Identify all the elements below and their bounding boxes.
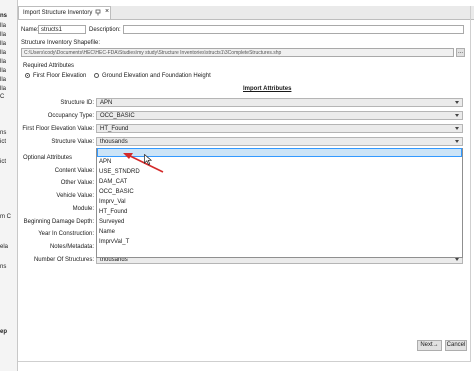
structure-value-select[interactable]: thousands bbox=[96, 137, 463, 146]
optional-attributes-label: Optional Attributes bbox=[23, 155, 73, 161]
chevron-down-icon bbox=[455, 127, 459, 130]
left-fragment[interactable]: C bbox=[0, 94, 4, 100]
left-fragment[interactable]: lla bbox=[0, 23, 6, 29]
tab-title: Import Structure Inventory bbox=[23, 10, 93, 16]
chevron-down-icon bbox=[455, 114, 459, 117]
mouse-cursor-icon bbox=[144, 154, 152, 165]
left-fragment[interactable]: lla bbox=[0, 50, 6, 56]
left-fragment[interactable]: ict bbox=[0, 159, 6, 165]
left-fragment[interactable]: m C bbox=[0, 214, 11, 220]
tab-import-structure-inventory[interactable]: Import Structure Inventory × bbox=[18, 6, 111, 19]
dropdown-option[interactable]: OCC_BASIC bbox=[99, 189, 134, 195]
pin-icon[interactable] bbox=[95, 9, 101, 16]
shapefile-label: Structure Inventory Shapefile: bbox=[21, 40, 101, 46]
shapefile-path-input[interactable]: C:\Users\cody\Documents\HEC\HEC-FDA\Stud… bbox=[21, 48, 454, 57]
chevron-down-icon bbox=[455, 258, 459, 261]
cancel-button[interactable]: Cancel bbox=[445, 340, 467, 351]
left-panel: ns lla lla lla lla lla lla lla lla C ns … bbox=[0, 0, 18, 371]
left-fragment[interactable]: lla bbox=[0, 86, 6, 92]
left-fragment: ns bbox=[0, 13, 8, 19]
other-value-label: Other Value: bbox=[60, 180, 94, 186]
select-value: HT_Found bbox=[100, 126, 129, 132]
left-fragment[interactable]: lla bbox=[0, 59, 6, 65]
vehicle-value-label: Vehicle Value: bbox=[56, 193, 94, 199]
first-floor-radio[interactable] bbox=[25, 73, 30, 78]
select-value: APN bbox=[100, 100, 113, 106]
occupancy-type-select[interactable]: OCC_BASIC bbox=[96, 111, 463, 120]
left-fragment[interactable]: lla bbox=[0, 77, 6, 83]
notes-metadata-label: Notes/Metadata: bbox=[49, 244, 94, 250]
structure-id-select[interactable]: APN bbox=[96, 98, 463, 107]
description-input[interactable] bbox=[123, 25, 464, 34]
dropdown-option[interactable]: Surveyed bbox=[99, 219, 124, 225]
left-fragment[interactable]: lla bbox=[0, 41, 6, 47]
left-fragment: ep bbox=[0, 329, 8, 335]
name-label: Name: bbox=[21, 27, 39, 33]
dropdown-option[interactable]: DAM_CAT bbox=[99, 179, 127, 185]
dropdown-option[interactable]: ImprvVal_T bbox=[99, 239, 129, 245]
occupancy-type-label: Occupancy Type: bbox=[47, 113, 94, 119]
left-fragment[interactable]: lla bbox=[0, 32, 6, 38]
dropdown-option[interactable]: HT_Found bbox=[99, 209, 127, 215]
ground-elevation-radio-label[interactable]: Ground Elevation and Foundation Height bbox=[102, 73, 211, 79]
select-value: thousands bbox=[100, 139, 128, 145]
left-fragment[interactable]: ns bbox=[0, 264, 6, 270]
content-value-label: Content Value: bbox=[54, 168, 94, 174]
annotation-arrow-icon bbox=[123, 153, 164, 173]
ground-elevation-radio[interactable] bbox=[94, 73, 99, 78]
left-fragment[interactable]: ns bbox=[0, 130, 6, 136]
first-floor-elevation-select[interactable]: HT_Found bbox=[96, 124, 463, 133]
dropdown-option[interactable]: Name bbox=[99, 229, 115, 235]
description-label: Description: bbox=[89, 27, 121, 33]
chevron-down-icon bbox=[455, 140, 459, 143]
number-of-structures-label: Number Of Structures: bbox=[33, 257, 94, 263]
import-attributes-header: Import Attributes bbox=[243, 86, 292, 92]
chevron-down-icon bbox=[455, 101, 459, 104]
dropdown-option[interactable]: Imprv_Val bbox=[99, 199, 126, 205]
dropdown-option[interactable]: APN bbox=[99, 159, 111, 165]
required-attributes-label: Required Attributes bbox=[23, 63, 75, 69]
first-floor-elevation-label: First Floor Elevation Value: bbox=[22, 126, 94, 132]
structure-id-label: Structure ID: bbox=[60, 100, 94, 106]
beginning-damage-depth-label: Beginning Damage Depth: bbox=[23, 219, 94, 225]
left-fragment[interactable]: ela bbox=[0, 244, 8, 250]
window-border bbox=[470, 6, 471, 362]
select-value: OCC_BASIC bbox=[100, 113, 135, 119]
first-floor-radio-label[interactable]: First Floor Elevation bbox=[33, 73, 86, 79]
next-button[interactable]: Next→ bbox=[417, 340, 442, 351]
window-border bbox=[18, 361, 470, 362]
left-fragment[interactable]: lla bbox=[0, 68, 6, 74]
year-in-construction-label: Year In Construction: bbox=[38, 231, 94, 237]
browse-button[interactable]: ... bbox=[456, 48, 465, 57]
structure-value-label: Structure Value: bbox=[51, 139, 94, 145]
left-fragment[interactable]: ict bbox=[0, 139, 6, 145]
name-input[interactable]: structs1 bbox=[38, 25, 86, 34]
module-label: Module: bbox=[72, 206, 94, 212]
close-icon[interactable]: × bbox=[105, 8, 109, 15]
